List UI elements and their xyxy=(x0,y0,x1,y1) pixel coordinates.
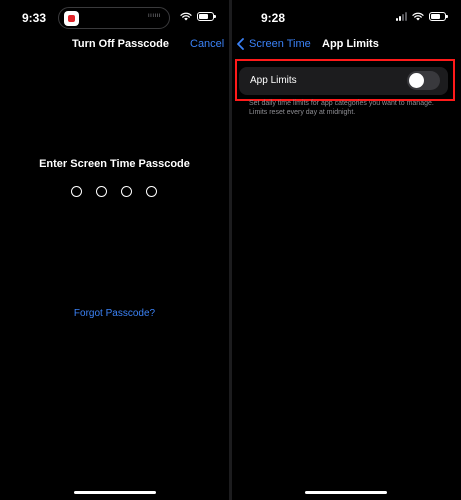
passcode-dot xyxy=(146,186,157,197)
wifi-icon xyxy=(180,12,192,21)
home-indicator[interactable] xyxy=(305,491,387,494)
passcode-prompt: Enter Screen Time Passcode xyxy=(39,158,190,170)
highlight-annotation xyxy=(235,59,455,101)
back-button[interactable]: Screen Time xyxy=(236,38,311,50)
status-icons xyxy=(180,12,216,21)
status-time: 9:28 xyxy=(261,11,286,25)
status-bar: 9:28 xyxy=(232,0,461,34)
passcode-dot xyxy=(96,186,107,197)
app-limits-description: Set daily time limits for app categories… xyxy=(249,100,434,116)
status-icons xyxy=(396,12,448,21)
battery-icon xyxy=(429,12,448,21)
left-screen: 9:33 ıııııı Turn Off Passcode Cancel Ent… xyxy=(0,0,229,500)
battery-icon xyxy=(197,12,216,21)
status-time: 9:33 xyxy=(22,11,47,25)
wifi-icon xyxy=(412,12,424,21)
forgot-passcode-link[interactable]: Forgot Passcode? xyxy=(0,308,229,319)
right-screen: 9:28 Screen Time App Limits App Limits S… xyxy=(232,0,461,500)
cancel-button[interactable]: Cancel xyxy=(190,38,224,50)
status-bar: 9:33 ıııııı xyxy=(0,0,229,34)
chevron-left-icon xyxy=(237,38,244,50)
nav-title: App Limits xyxy=(322,38,379,50)
passcode-dot xyxy=(121,186,132,197)
passcode-dot xyxy=(71,186,82,197)
home-indicator[interactable] xyxy=(74,491,156,494)
cellular-signal-icon xyxy=(396,12,407,21)
passcode-dots xyxy=(71,186,157,197)
app-badge-icon xyxy=(64,11,79,26)
back-label: Screen Time xyxy=(249,38,311,50)
nav-title: Turn Off Passcode xyxy=(72,38,169,50)
island-activity-text: ıııııı xyxy=(147,13,161,19)
dynamic-island[interactable]: ıııııı xyxy=(58,7,170,29)
